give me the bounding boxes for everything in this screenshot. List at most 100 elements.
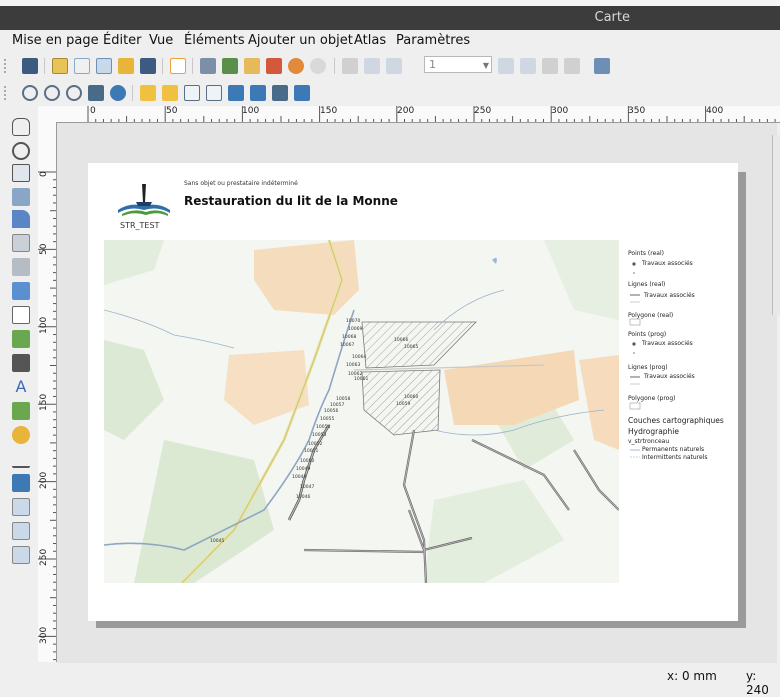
menu-bar: Mise en page Éditer Vue Éléments Ajouter… <box>0 30 780 52</box>
distribute-items-icon[interactable] <box>294 85 310 101</box>
menu-ajouter-objet[interactable]: Ajouter un objet <box>248 33 353 48</box>
add-picture-icon[interactable] <box>12 282 30 300</box>
add-legend-icon[interactable] <box>12 330 30 348</box>
edit-nodes-icon[interactable] <box>12 210 30 228</box>
ruler-label: 50 <box>166 106 178 116</box>
first-feature-icon[interactable] <box>364 58 380 74</box>
toolbar-grip[interactable] <box>4 59 9 73</box>
map-feature-label: 10058 <box>336 396 350 402</box>
map-feature-label: 10046 <box>296 494 310 500</box>
pan-icon[interactable] <box>12 118 30 136</box>
legend-title-points-prog: Points (prog) <box>628 331 667 338</box>
ruler-label: 150 <box>39 393 49 411</box>
next-feature-icon[interactable] <box>498 58 514 74</box>
map-feature-label: 10068 <box>342 334 356 340</box>
save-icon[interactable] <box>22 58 38 74</box>
add-3d-map-icon[interactable] <box>12 258 30 276</box>
move-content-icon[interactable] <box>12 188 30 206</box>
export-atlas-icon[interactable] <box>564 58 580 74</box>
add-marker-icon[interactable] <box>12 426 30 444</box>
redo-icon[interactable] <box>310 58 326 74</box>
ruler-label: 400 <box>706 106 724 116</box>
legend-title-lines-real: Lignes (real) <box>628 281 666 288</box>
map-feature-label: 10059 <box>396 401 410 407</box>
vertical-ruler[interactable]: 0 50 100 150 200 250 300 <box>38 122 57 662</box>
atlas-preview-icon[interactable] <box>342 58 358 74</box>
toolbar-separator <box>334 58 335 74</box>
add-shape-icon[interactable] <box>12 402 30 420</box>
duplicate-layout-icon[interactable] <box>74 58 90 74</box>
horizontal-ruler[interactable]: 0 50 100 150 200 250 300 350 400 <box>58 106 780 123</box>
ruler-corner <box>38 106 58 123</box>
legend-title-polygon-prog: Polygone (prog) <box>628 395 676 402</box>
chevron-down-icon[interactable]: ▼ <box>483 58 489 73</box>
side-panel-edge[interactable] <box>772 135 780 315</box>
ruler-label: 300 <box>39 626 49 644</box>
group-items-icon[interactable] <box>184 85 200 101</box>
atlas-page-value: 1 <box>429 58 436 71</box>
menu-parametres[interactable]: Paramètres <box>396 33 470 48</box>
ruler-label: 150 <box>320 106 338 116</box>
legend-title-polygon-real: Polygone (real) <box>628 312 674 319</box>
menu-elements[interactable]: Éléments <box>184 33 245 48</box>
ungroup-items-icon[interactable] <box>206 85 222 101</box>
export-pdf-icon[interactable] <box>266 58 282 74</box>
ruler-label: 200 <box>39 471 49 489</box>
undo-icon[interactable] <box>288 58 304 74</box>
map-feature-label: 10047 <box>300 484 314 490</box>
add-arrow-icon[interactable] <box>12 450 30 468</box>
ruler-label: 100 <box>242 106 260 116</box>
map-feature-label: 10054 <box>316 424 330 430</box>
print-icon[interactable] <box>200 58 216 74</box>
map-feature-label: 10052 <box>308 441 322 447</box>
export-image-icon[interactable] <box>222 58 238 74</box>
window-titlebar: Carte <box>0 6 780 30</box>
zoom-in-icon[interactable] <box>22 85 38 101</box>
map-feature-label: 10055 <box>320 416 334 422</box>
menu-editer[interactable]: Éditer <box>103 33 142 48</box>
unlock-items-icon[interactable] <box>250 85 266 101</box>
toolbar-grip[interactable] <box>4 86 9 100</box>
toolbar-separator <box>192 58 193 74</box>
legend-point-symbol <box>633 272 635 274</box>
add-fixed-table-icon[interactable] <box>12 546 30 564</box>
save-template-icon[interactable] <box>140 58 156 74</box>
add-node-item-icon[interactable] <box>12 474 30 492</box>
align-items-icon[interactable] <box>272 85 288 101</box>
map-feature-label: 10061 <box>354 376 368 382</box>
zoom-tool-icon[interactable] <box>12 142 30 160</box>
lock-items-icon[interactable] <box>228 85 244 101</box>
atlas-settings-icon[interactable] <box>594 58 610 74</box>
zoom-100-icon[interactable] <box>66 85 82 101</box>
add-scalebar-icon[interactable] <box>12 354 30 372</box>
export-svg-icon[interactable] <box>244 58 260 74</box>
add-map-icon[interactable] <box>12 234 30 252</box>
menu-atlas[interactable]: Atlas <box>354 33 386 48</box>
open-folder-icon[interactable] <box>118 58 134 74</box>
last-feature-icon[interactable] <box>520 58 536 74</box>
refresh-icon[interactable] <box>110 85 126 101</box>
ruler-label: 350 <box>628 106 646 116</box>
add-north-arrow-icon[interactable]: A <box>12 378 30 396</box>
add-label-icon[interactable] <box>12 306 30 324</box>
atlas-page-input[interactable]: 1 ▼ <box>424 56 492 73</box>
legend-polygon-symbol <box>629 402 641 410</box>
page-setup-icon[interactable] <box>170 58 186 74</box>
map-item[interactable]: 10070 10069 10068 10067 1006610065 10064 10063… <box>104 240 619 583</box>
new-layout-icon[interactable] <box>52 58 68 74</box>
previous-feature-icon[interactable] <box>386 58 402 74</box>
ruler-label: 100 <box>39 316 49 334</box>
lower-items-icon[interactable] <box>162 85 178 101</box>
layout-manager-icon[interactable] <box>96 58 112 74</box>
add-attribute-table-icon[interactable] <box>12 522 30 540</box>
zoom-out-icon[interactable] <box>44 85 60 101</box>
print-atlas-icon[interactable] <box>542 58 558 74</box>
add-html-icon[interactable] <box>12 498 30 516</box>
map-feature-label: 10048 <box>292 474 306 480</box>
zoom-full-icon[interactable] <box>88 85 104 101</box>
menu-vue[interactable]: Vue <box>149 33 173 48</box>
legend-item-label: Travaux associés <box>642 260 693 267</box>
select-move-icon[interactable] <box>12 164 30 182</box>
raise-items-icon[interactable] <box>140 85 156 101</box>
menu-mise-en-page[interactable]: Mise en page <box>12 33 99 48</box>
